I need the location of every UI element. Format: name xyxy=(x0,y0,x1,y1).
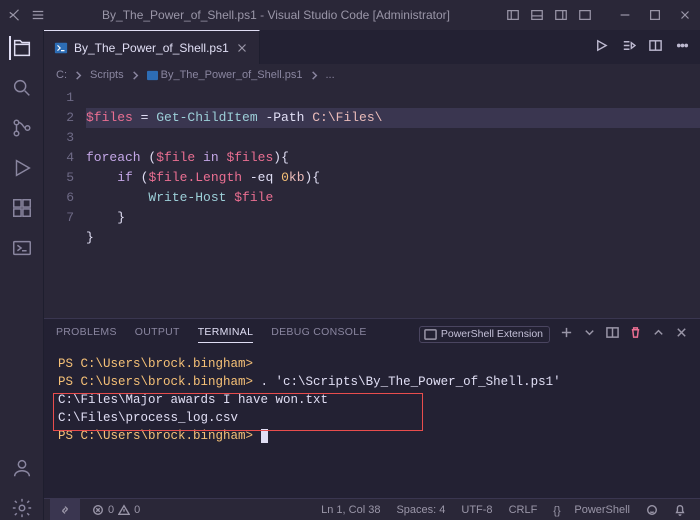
activity-bar xyxy=(0,30,44,520)
breadcrumb-folder[interactable]: Scripts xyxy=(90,69,124,81)
code-content[interactable]: $files = Get-ChildItem -Path C:\Files\ f… xyxy=(86,88,700,318)
terminal-dropdown-icon[interactable] xyxy=(583,326,596,342)
status-notifications-icon[interactable] xyxy=(666,504,694,516)
editor-tabs: By_The_Power_of_Shell.ps1 xyxy=(44,30,700,64)
error-icon xyxy=(92,504,104,516)
breadcrumb-root[interactable]: C: xyxy=(56,69,67,81)
close-icon[interactable] xyxy=(678,8,692,22)
run-selection-icon[interactable] xyxy=(621,38,636,56)
chevron-right-icon xyxy=(130,70,141,81)
terminal-line: PS C:\Users\brock.bingham> xyxy=(58,375,261,389)
window-title: By_The_Power_of_Shell.ps1 - Visual Studi… xyxy=(54,8,498,22)
status-encoding[interactable]: UTF-8 xyxy=(453,504,500,516)
remote-indicator[interactable] xyxy=(50,499,80,520)
tab-output[interactable]: OUTPUT xyxy=(135,326,180,342)
terminal-line: PS C:\Users\brock.bingham> xyxy=(58,429,261,443)
layout-controls xyxy=(506,8,592,22)
terminal-cursor xyxy=(261,429,268,443)
powershell-icon[interactable] xyxy=(10,236,34,260)
status-bar: 0 0 Ln 1, Col 38 Spaces: 4 UTF-8 CRLF {}… xyxy=(44,498,700,520)
powershell-file-icon xyxy=(147,70,158,81)
kill-terminal-icon[interactable] xyxy=(629,326,642,342)
terminal-line: PS C:\Users\brock.bingham> xyxy=(58,357,253,371)
maximize-icon[interactable] xyxy=(648,8,662,22)
split-terminal-icon[interactable] xyxy=(606,326,619,342)
vscode-logo-icon xyxy=(8,8,22,22)
tab-label: By_The_Power_of_Shell.ps1 xyxy=(74,41,229,55)
status-problems[interactable]: 0 0 xyxy=(84,504,148,516)
layout-panel-left-icon[interactable] xyxy=(506,8,520,22)
breadcrumb-symbol[interactable]: ... xyxy=(326,69,335,81)
explorer-icon[interactable] xyxy=(9,36,33,60)
powershell-file-icon xyxy=(54,41,68,55)
search-icon[interactable] xyxy=(10,76,34,100)
status-feedback-icon[interactable] xyxy=(638,504,666,516)
bottom-panel: PROBLEMS OUTPUT TERMINAL DEBUG CONSOLE P… xyxy=(44,318,700,498)
breadcrumb[interactable]: C: Scripts By_The_Power_of_Shell.ps1 ... xyxy=(44,64,700,86)
terminal-content[interactable]: PS C:\Users\brock.bingham> PS C:\Users\b… xyxy=(44,349,700,498)
chevron-right-icon xyxy=(73,70,84,81)
terminal-output: C:\Files\process_log.csv xyxy=(58,409,686,427)
more-actions-icon[interactable] xyxy=(675,38,690,56)
new-terminal-icon[interactable] xyxy=(560,326,573,342)
layout-customize-icon[interactable] xyxy=(578,8,592,22)
tab-file[interactable]: By_The_Power_of_Shell.ps1 xyxy=(44,30,260,64)
maximize-panel-icon[interactable] xyxy=(652,326,665,342)
terminal-output: C:\Files\Major awards I have won.txt xyxy=(58,391,686,409)
layout-panel-right-icon[interactable] xyxy=(554,8,568,22)
tab-debug-console[interactable]: DEBUG CONSOLE xyxy=(271,326,367,342)
status-language[interactable]: {} PowerShell xyxy=(545,504,638,516)
account-icon[interactable] xyxy=(10,456,34,480)
line-number-gutter: 1 2 3 4 5 6 7 xyxy=(44,88,86,318)
extensions-icon[interactable] xyxy=(10,196,34,220)
source-control-icon[interactable] xyxy=(10,116,34,140)
terminal-profile-selector[interactable]: PowerShell Extension xyxy=(419,326,550,343)
tab-close-icon[interactable] xyxy=(235,41,249,55)
close-panel-icon[interactable] xyxy=(675,326,688,342)
powershell-icon xyxy=(424,328,437,341)
status-indentation[interactable]: Spaces: 4 xyxy=(388,504,453,516)
layout-panel-bottom-icon[interactable] xyxy=(530,8,544,22)
terminal-command: . 'c:\Scripts\By_The_Power_of_Shell.ps1' xyxy=(261,375,561,389)
warning-icon xyxy=(118,504,130,516)
status-eol[interactable]: CRLF xyxy=(501,504,546,516)
minimize-icon[interactable] xyxy=(618,8,632,22)
titlebar: By_The_Power_of_Shell.ps1 - Visual Studi… xyxy=(0,0,700,30)
breadcrumb-file[interactable]: By_The_Power_of_Shell.ps1 xyxy=(161,69,303,81)
hamburger-menu-icon[interactable] xyxy=(30,8,46,22)
run-debug-icon[interactable] xyxy=(10,156,34,180)
chevron-right-icon xyxy=(309,70,320,81)
code-editor[interactable]: 1 2 3 4 5 6 7 $files = Get-ChildItem -Pa… xyxy=(44,86,700,318)
settings-gear-icon[interactable] xyxy=(10,496,34,520)
tab-problems[interactable]: PROBLEMS xyxy=(56,326,117,342)
run-icon[interactable] xyxy=(594,38,609,56)
split-editor-icon[interactable] xyxy=(648,38,663,56)
status-cursor-position[interactable]: Ln 1, Col 38 xyxy=(313,504,388,516)
tab-terminal[interactable]: TERMINAL xyxy=(198,326,254,343)
